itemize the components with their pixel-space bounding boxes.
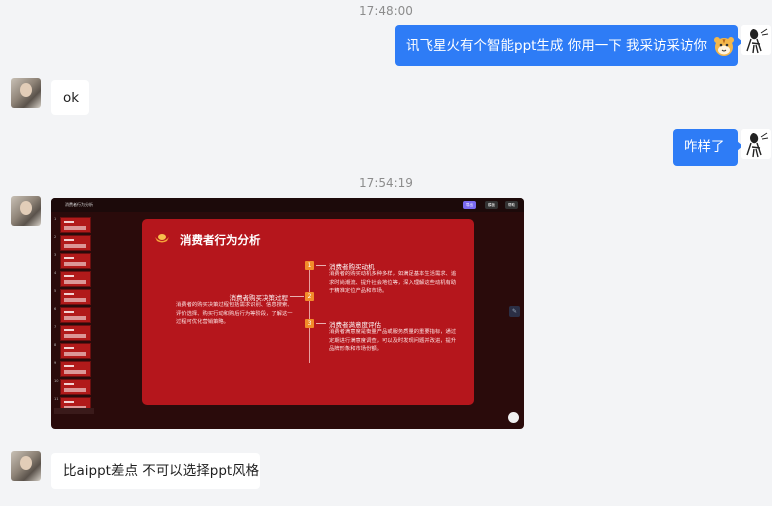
- slide-thumbnail-list: 1 2 3 4 5 6 7 8 9 10 11: [54, 214, 92, 426]
- contact-avatar[interactable]: [11, 78, 41, 108]
- image-message[interactable]: 消费者行为分析 导出 模板 帮助 1 2 3 4 5 6 7 8 9 10 11…: [51, 198, 524, 429]
- step-number: 3: [305, 319, 314, 328]
- slide-canvas: 消费者行为分析 消费者购买决策过程 消费者的购买决策过程包括需求识别、信息搜索、…: [142, 219, 474, 405]
- sketch-avatar-icon: [741, 25, 771, 55]
- step-number: 1: [305, 261, 314, 270]
- contact-avatar[interactable]: [11, 196, 41, 226]
- app-topbar: 消费者行为分析 导出 模板 帮助: [51, 198, 524, 212]
- timestamp: 17:48:00: [359, 4, 413, 18]
- message-text: 比aippt差点 不可以选择ppt风格: [63, 463, 260, 479]
- message-text: 咋样了: [684, 139, 725, 155]
- help-circle-icon: [508, 412, 519, 423]
- message-bubble-outgoing[interactable]: 讯飞星火有个智能ppt生成 你用一下 我采访采访你: [395, 25, 743, 66]
- message-bubble-outgoing[interactable]: 咋样了: [673, 129, 743, 166]
- thumbnail-footer: [54, 408, 94, 414]
- slide-thumbnail: 9: [54, 361, 92, 377]
- app-title: 消费者行为分析: [65, 202, 93, 207]
- side-tool-icon: ✎: [509, 306, 520, 317]
- timestamp: 17:54:19: [359, 176, 413, 190]
- slide-thumbnail: 4: [54, 271, 92, 287]
- tiger-emoji-icon: [714, 37, 735, 56]
- message-text: ok: [63, 90, 80, 106]
- slide-thumbnail: 6: [54, 307, 92, 323]
- slide-thumbnail: 3: [54, 253, 92, 269]
- item-text: 消费者的购买动机多种多样，如满足基本生活需求、追求时尚潮流、提升社会地位等，深入…: [329, 271, 457, 294]
- item-text: 消费者满意度是衡量产品或服务质量的重要指标，通过定期进行满意度调查，可以及时发现…: [329, 329, 457, 352]
- slide-thumbnail: 7: [54, 325, 92, 341]
- connector: [290, 296, 304, 297]
- slide-thumbnail: 10: [54, 379, 92, 395]
- my-avatar[interactable]: [741, 25, 771, 55]
- ingot-icon: [155, 234, 169, 243]
- left-text: 消费者的购买决策过程包括需求识别、信息搜索、评价选择、购买行动和购后行为等阶段，…: [176, 302, 293, 325]
- slide-thumbnail: 8: [54, 343, 92, 359]
- step-number: 2: [305, 292, 314, 301]
- message-text: 讯飞星火有个智能ppt生成 你用一下 我采访采访你: [406, 38, 708, 54]
- template-button: 模板: [485, 201, 498, 209]
- contact-avatar[interactable]: [11, 451, 41, 481]
- slide-title: 消费者行为分析: [180, 233, 261, 247]
- slide-thumbnail: 2: [54, 235, 92, 251]
- connector: [316, 323, 326, 324]
- message-bubble-incoming[interactable]: ok: [51, 80, 89, 115]
- connector: [316, 265, 326, 266]
- export-button: 导出: [463, 201, 476, 209]
- my-avatar[interactable]: [741, 129, 771, 159]
- timeline-line: [309, 263, 311, 363]
- message-bubble-incoming[interactable]: 比aippt差点 不可以选择ppt风格: [51, 453, 260, 489]
- help-button: 帮助: [505, 201, 518, 209]
- slide-thumbnail: 1: [54, 217, 92, 233]
- sketch-avatar-icon: [741, 129, 771, 159]
- slide-thumbnail: 5: [54, 289, 92, 305]
